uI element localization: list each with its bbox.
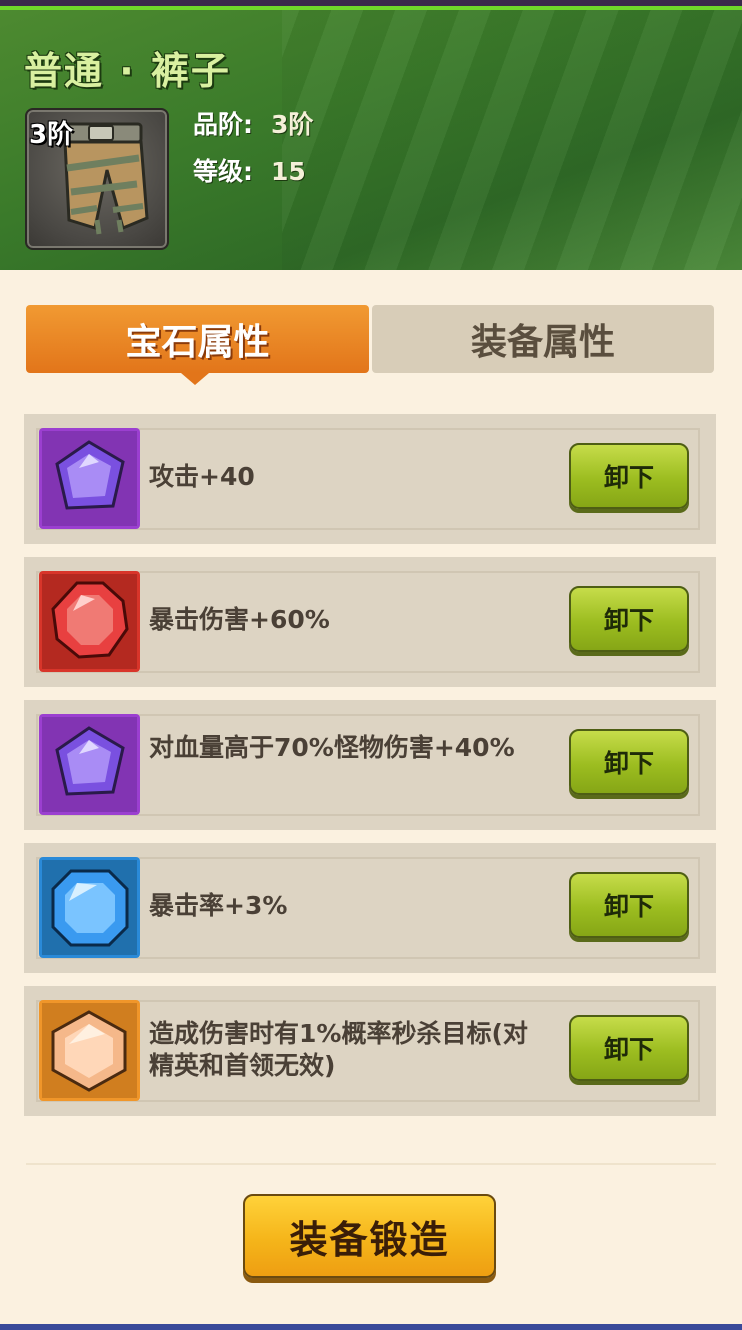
gem-row: 对血量高于70%怪物伤害+40% 卸下 bbox=[24, 700, 716, 830]
equipment-header: 普通 · 裤子 3阶 品阶: 3阶 等级: 15 bbox=[0, 10, 742, 270]
gem-row: 造成伤害时有1%概率秒杀目标(对精英和首领无效) 卸下 bbox=[24, 986, 716, 1116]
grade-label: 品阶: bbox=[193, 110, 253, 139]
divider bbox=[26, 1163, 716, 1165]
grade-row: 品阶: 3阶 bbox=[193, 105, 313, 141]
level-label: 等级: bbox=[193, 157, 253, 186]
unload-button[interactable]: 卸下 bbox=[569, 586, 689, 652]
equipment-forge-button[interactable]: 装备锻造 bbox=[243, 1194, 496, 1278]
gem-graphic bbox=[39, 857, 140, 958]
equipment-title: 普通 · 裤子 bbox=[24, 49, 231, 93]
bottom-border bbox=[0, 1324, 742, 1330]
gem-graphic bbox=[39, 571, 140, 672]
attribute-tabs: 宝石属性 装备属性 bbox=[26, 305, 714, 385]
gem-effect-text: 暴击率+3% bbox=[149, 891, 288, 920]
top-border bbox=[0, 0, 742, 10]
unload-button[interactable]: 卸下 bbox=[569, 729, 689, 795]
blue-gem-icon[interactable] bbox=[39, 857, 140, 958]
unload-button[interactable]: 卸下 bbox=[569, 1015, 689, 1081]
gem-row: 暴击伤害+60% 卸下 bbox=[24, 557, 716, 687]
tier-tag: 3阶 bbox=[29, 120, 74, 150]
gem-effect-text: 造成伤害时有1%概率秒杀目标(对精英和首领无效) bbox=[149, 1019, 528, 1080]
purple-gem-icon[interactable] bbox=[39, 714, 140, 815]
gem-effect-text: 对血量高于70%怪物伤害+40% bbox=[149, 733, 515, 762]
red-gem-icon[interactable] bbox=[39, 571, 140, 672]
grade-value: 3阶 bbox=[271, 110, 314, 139]
purple-gem-icon[interactable] bbox=[39, 428, 140, 529]
unload-button[interactable]: 卸下 bbox=[569, 443, 689, 509]
gem-graphic bbox=[39, 1000, 140, 1101]
orange-gem-icon[interactable] bbox=[39, 1000, 140, 1101]
tab-gem-attributes[interactable]: 宝石属性 bbox=[26, 305, 369, 385]
level-value: 15 bbox=[271, 157, 306, 186]
unload-button[interactable]: 卸下 bbox=[569, 872, 689, 938]
gem-effect-text: 暴击伤害+60% bbox=[149, 605, 330, 634]
gem-effect-text: 攻击+40 bbox=[149, 462, 255, 491]
gem-row: 攻击+40 卸下 bbox=[24, 414, 716, 544]
gem-graphic bbox=[39, 428, 140, 529]
gem-row: 暴击率+3% 卸下 bbox=[24, 843, 716, 973]
equipment-detail-panel: 普通 · 裤子 3阶 品阶: 3阶 等级: 15 宝石属性 装备属性 攻击+40… bbox=[0, 0, 742, 1330]
gem-graphic bbox=[39, 714, 140, 815]
level-row: 等级: 15 bbox=[193, 152, 306, 188]
pants-icon[interactable]: 3阶 bbox=[25, 108, 169, 250]
tab-equipment-attributes[interactable]: 装备属性 bbox=[372, 305, 714, 373]
